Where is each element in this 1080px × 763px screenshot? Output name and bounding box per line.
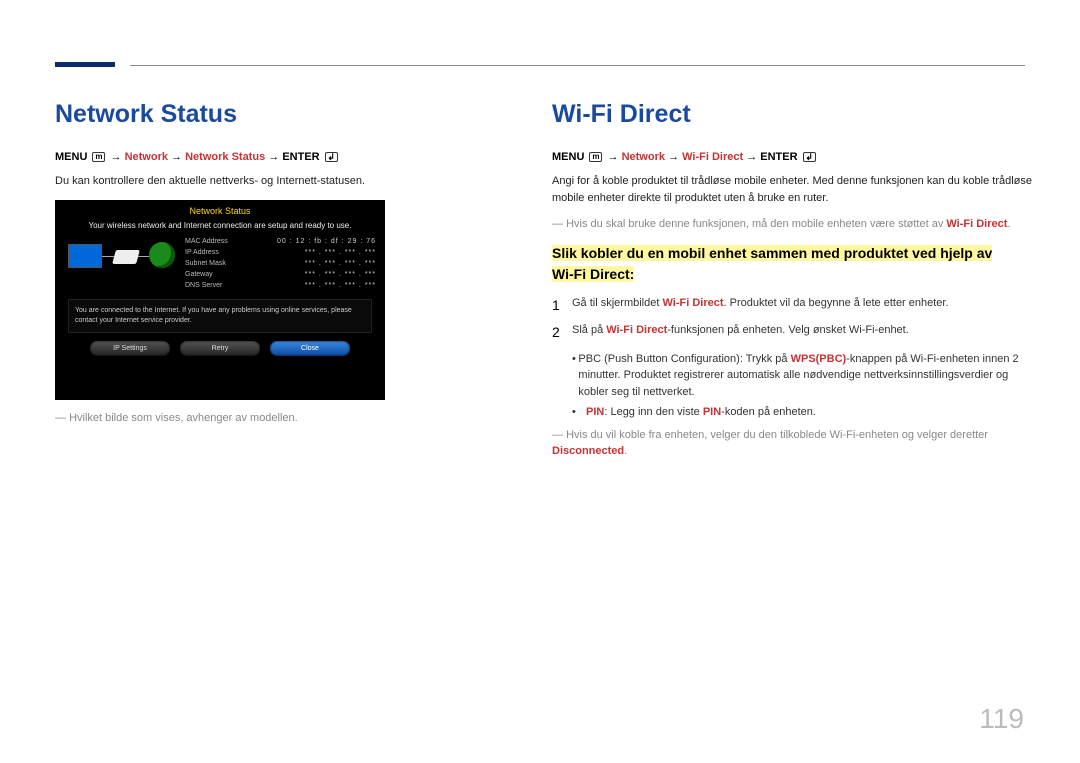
enter-icon <box>325 152 338 162</box>
step-2: 2 Slå på Wi-Fi Direct-funksjonen på enhe… <box>552 322 1032 343</box>
menu-path-right: MENU m → Network → Wi-Fi Direct → ENTER <box>552 151 1032 163</box>
ss-info-table: MAC Address 00 : 12 : fb : df : 29 : 76 I… <box>179 236 376 292</box>
note-text: . <box>624 445 627 457</box>
menu-suffix: ENTER <box>760 151 797 163</box>
step-number: 2 <box>552 322 572 343</box>
arrow-icon: → <box>171 151 182 163</box>
menu-item-wifi-direct: Wi-Fi Direct <box>682 151 743 163</box>
menu-suffix: ENTER <box>282 151 319 163</box>
footnote-left: ― Hvilket bilde som vises, avhenger av m… <box>55 410 525 427</box>
ss-label: Gateway <box>185 269 245 280</box>
footnote-right-2: ― Hvis du vil koble fra enheten, velger … <box>552 427 1032 460</box>
ss-label: DNS Server <box>185 280 245 291</box>
note-text: Hvis du skal bruke denne funksjonen, må … <box>566 218 946 230</box>
menu-icon: m <box>589 152 602 162</box>
menu-prefix: MENU <box>552 151 584 163</box>
ss-label: MAC Address <box>185 236 245 247</box>
ss-label: Subnet Mask <box>185 258 245 269</box>
header-rule <box>130 65 1025 66</box>
heading-network-status: Network Status <box>55 100 525 129</box>
bullet-list: PBC (Push Button Configuration): Trykk p… <box>572 351 1032 421</box>
footnote-text: Hvilket bilde som vises, avhenger av mod… <box>69 412 298 424</box>
step-text: Gå til skjermbildet Wi-Fi Direct. Produk… <box>572 295 1032 316</box>
subheading-connect: Slik kobler du en mobil enhet sammen med… <box>552 243 1032 285</box>
arrow-icon: → <box>608 151 619 163</box>
bullet-pin: PIN: Legg inn den viste PIN-koden på enh… <box>572 404 1032 421</box>
conn-line-icon <box>138 256 149 257</box>
ss-value: *** . *** . *** . *** <box>305 247 376 258</box>
conn-line-icon <box>102 256 114 257</box>
menu-prefix: MENU <box>55 151 87 163</box>
bullet-text: PBC (Push Button Configuration): Trykk p… <box>578 351 1032 401</box>
ss-value: *** . *** . *** . *** <box>305 280 376 291</box>
step-1: 1 Gå til skjermbildet Wi-Fi Direct. Prod… <box>552 295 1032 316</box>
ss-connection-diagram <box>64 236 179 291</box>
menu-icon: m <box>92 152 105 162</box>
menu-item-network: Network <box>125 151 168 163</box>
arrow-icon: → <box>268 151 279 163</box>
note-text: . <box>1007 218 1010 230</box>
note-red: Wi-Fi Direct <box>946 218 1007 230</box>
highlighted-text: Slik kobler du en mobil enhet sammen med… <box>552 245 992 261</box>
ss-value: *** . *** . *** . *** <box>305 258 376 269</box>
page-number: 119 <box>979 703 1024 735</box>
close-button[interactable]: Close <box>270 341 350 356</box>
globe-icon <box>149 242 175 268</box>
ss-title: Network Status <box>56 201 384 219</box>
heading-wifi-direct: Wi-Fi Direct <box>552 100 1032 129</box>
bullet-pbc: PBC (Push Button Configuration): Trykk p… <box>572 351 1032 401</box>
step-text: Slå på Wi-Fi Direct-funksjonen på enhete… <box>572 322 1032 343</box>
bullet-text: PIN: Legg inn den viste PIN-koden på enh… <box>586 404 816 421</box>
retry-button[interactable]: Retry <box>180 341 260 356</box>
ss-subtitle: Your wireless network and Internet conne… <box>56 219 384 236</box>
menu-item-network: Network <box>622 151 665 163</box>
enter-icon <box>803 152 816 162</box>
ss-value: 00 : 12 : fb : df : 29 : 76 <box>277 236 376 247</box>
intro-text-right: Angi for å koble produktet til trådløse … <box>552 173 1032 206</box>
column-network-status: Network Status MENU m → Network → Networ… <box>55 100 525 426</box>
ss-label: IP Address <box>185 247 245 258</box>
step-number: 1 <box>552 295 572 316</box>
note-text: Hvis du vil koble fra enheten, velger du… <box>566 429 988 441</box>
note-red: Disconnected <box>552 445 624 457</box>
router-icon <box>112 250 140 264</box>
arrow-icon: → <box>746 151 757 163</box>
footnote-right-1: ― Hvis du skal bruke denne funksjonen, m… <box>552 216 1032 233</box>
column-wifi-direct: Wi-Fi Direct MENU m → Network → Wi-Fi Di… <box>552 100 1032 460</box>
menu-path-left: MENU m → Network → Network Status → ENTE… <box>55 151 525 163</box>
arrow-icon: → <box>111 151 122 163</box>
arrow-icon: → <box>668 151 679 163</box>
menu-item-network-status: Network Status <box>185 151 265 163</box>
ss-message: You are connected to the Internet. If yo… <box>68 299 372 333</box>
network-status-screenshot: Network Status Your wireless network and… <box>55 200 385 400</box>
highlighted-text: Wi-Fi Direct: <box>552 266 634 282</box>
ip-settings-button[interactable]: IP Settings <box>90 341 170 356</box>
header-accent-bar <box>55 62 115 67</box>
intro-text-left: Du kan kontrollere den aktuelle nettverk… <box>55 173 525 190</box>
tv-icon <box>68 244 102 268</box>
ss-value: *** . *** . *** . *** <box>305 269 376 280</box>
